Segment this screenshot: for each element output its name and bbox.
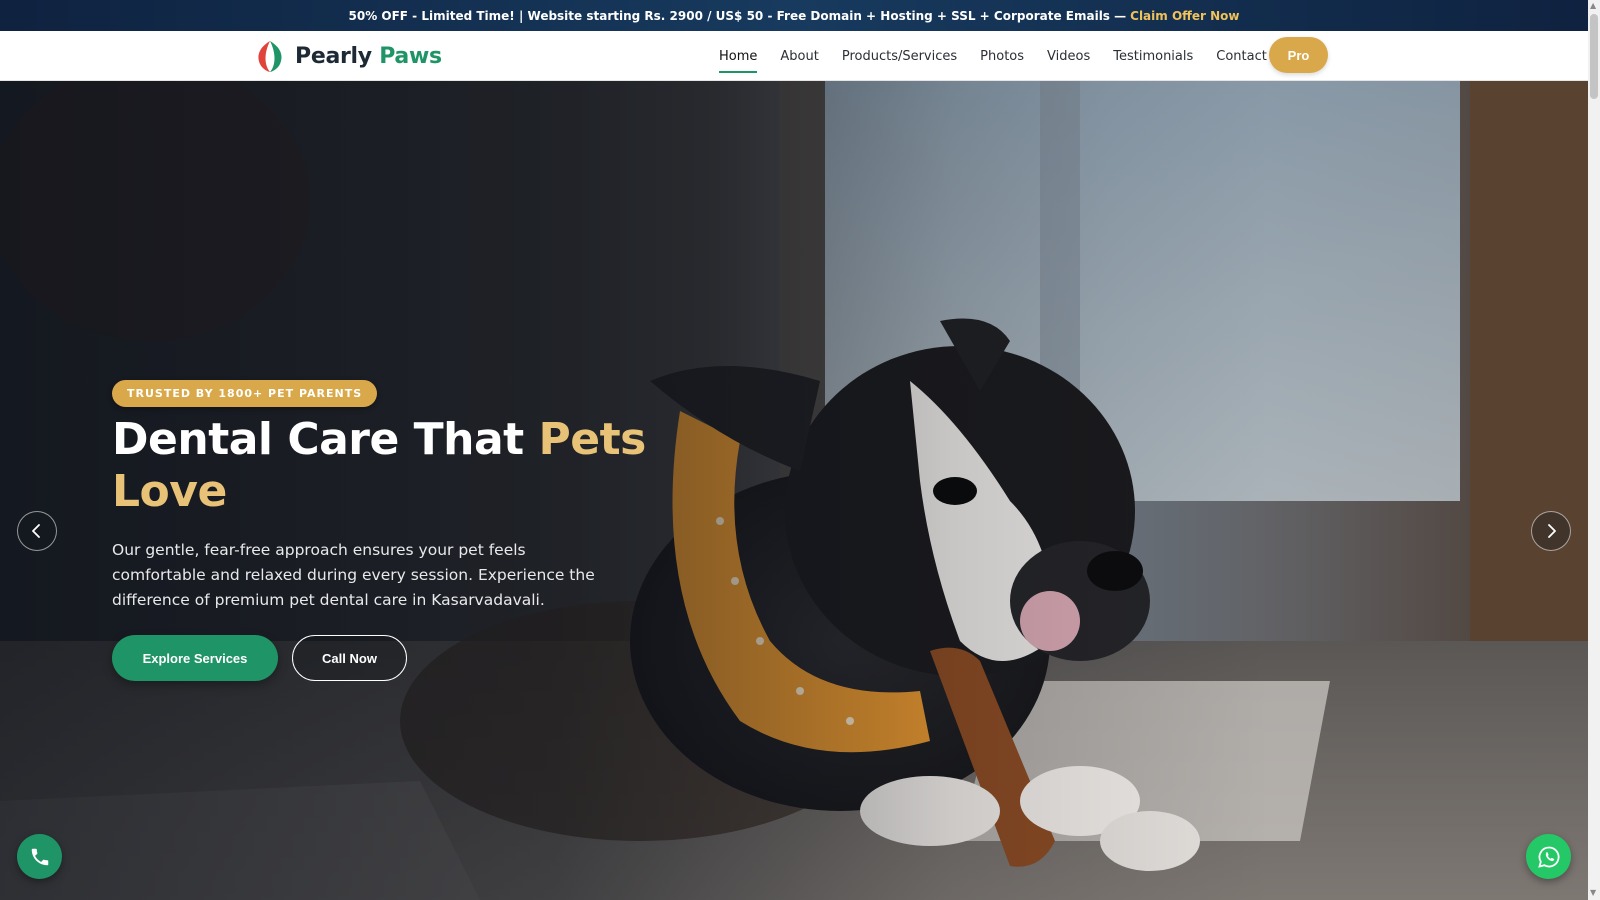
scroll-up-icon[interactable]: ▲ [1590, 2, 1596, 10]
carousel-prev-button[interactable] [17, 511, 57, 551]
hero-description: Our gentle, fear-free approach ensures y… [112, 541, 595, 609]
trust-badge: TRUSTED BY 1800+ PET PARENTS [112, 380, 378, 407]
nav-about[interactable]: About [780, 31, 818, 81]
site-logo[interactable]: Pearly Paws [254, 39, 442, 73]
explore-services-button[interactable]: Explore Services [112, 635, 278, 681]
phone-icon [31, 848, 48, 865]
chevron-left-icon [32, 524, 40, 538]
whatsapp-fab[interactable] [1526, 834, 1571, 879]
brand-name: Pearly Paws [295, 44, 442, 69]
brand-name-accent: Paws [379, 43, 442, 69]
page-scrollbar[interactable]: ▲ ▼ [1588, 0, 1600, 900]
nav-photos[interactable]: Photos [980, 31, 1024, 81]
nav-testimonials[interactable]: Testimonials [1113, 31, 1193, 81]
nav-videos[interactable]: Videos [1047, 31, 1090, 81]
nav-contact[interactable]: Contact [1216, 31, 1267, 81]
scroll-down-icon[interactable]: ▼ [1590, 889, 1596, 897]
phone-call-fab[interactable] [17, 834, 62, 879]
pro-button[interactable]: Pro [1269, 37, 1328, 73]
hero-title-white: Dental Care That [112, 414, 524, 465]
promo-bar: 50% OFF - Limited Time! | Website starti… [0, 0, 1588, 31]
hero-title: Dental Care That Pets Love [112, 414, 712, 518]
carousel-next-button[interactable] [1531, 511, 1571, 551]
promo-text: 50% OFF - Limited Time! | Website starti… [348, 8, 1127, 23]
top-navbar: Pearly Paws Home About Products/Services… [0, 31, 1588, 81]
hero-slider: TRUSTED BY 1800+ PET PARENTS Dental Care… [0, 81, 1588, 900]
brand-name-primary: Pearly [295, 43, 372, 69]
scrollbar-thumb[interactable] [1590, 14, 1598, 99]
leaf-drop-logo-icon [258, 41, 282, 72]
call-now-button[interactable]: Call Now [292, 635, 407, 681]
chevron-right-icon [1548, 524, 1556, 538]
nav-home[interactable]: Home [719, 31, 758, 81]
nav-products-services[interactable]: Products/Services [842, 31, 957, 81]
whatsapp-icon [1537, 846, 1559, 868]
main-nav: Home About Products/Services Photos Vide… [719, 31, 1290, 81]
claim-offer-link[interactable]: Claim Offer Now [1130, 9, 1239, 23]
